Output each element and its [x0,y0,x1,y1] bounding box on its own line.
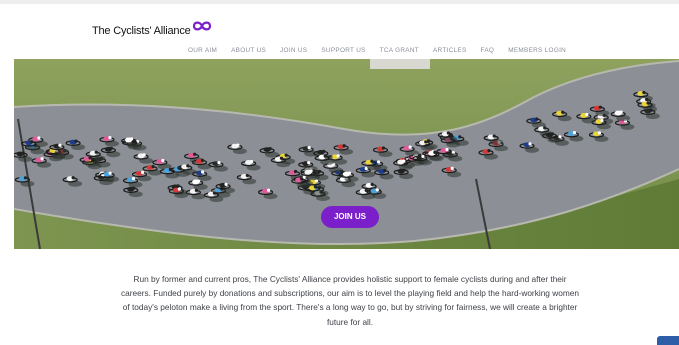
logo-infinity-icon [192,21,211,31]
nav-join-us[interactable]: JOIN US [280,47,307,54]
chat-icon[interactable] [657,336,679,345]
page: The Cyclists' Alliance OUR AIM ABOUT US … [0,0,679,345]
intro-paragraph: Run by former and current pros, The Cycl… [121,274,579,327]
main-nav: OUR AIM ABOUT US JOIN US SUPPORT US TCA … [188,47,566,54]
logo-text: The Cyclists' Alliance [92,25,191,37]
top-border [0,0,679,4]
nav-our-aim[interactable]: OUR AIM [188,47,217,54]
nav-support-us[interactable]: SUPPORT US [321,47,365,54]
nav-members-login[interactable]: MEMBERS LOGIN [508,47,566,54]
nav-about-us[interactable]: ABOUT US [231,47,266,54]
nav-articles[interactable]: ARTICLES [433,47,467,54]
site-logo[interactable]: The Cyclists' Alliance [92,14,212,38]
nav-faq[interactable]: FAQ [481,47,495,54]
nav-tca-grant[interactable]: TCA GRANT [380,47,419,54]
join-us-button[interactable]: JOIN US [321,206,379,228]
